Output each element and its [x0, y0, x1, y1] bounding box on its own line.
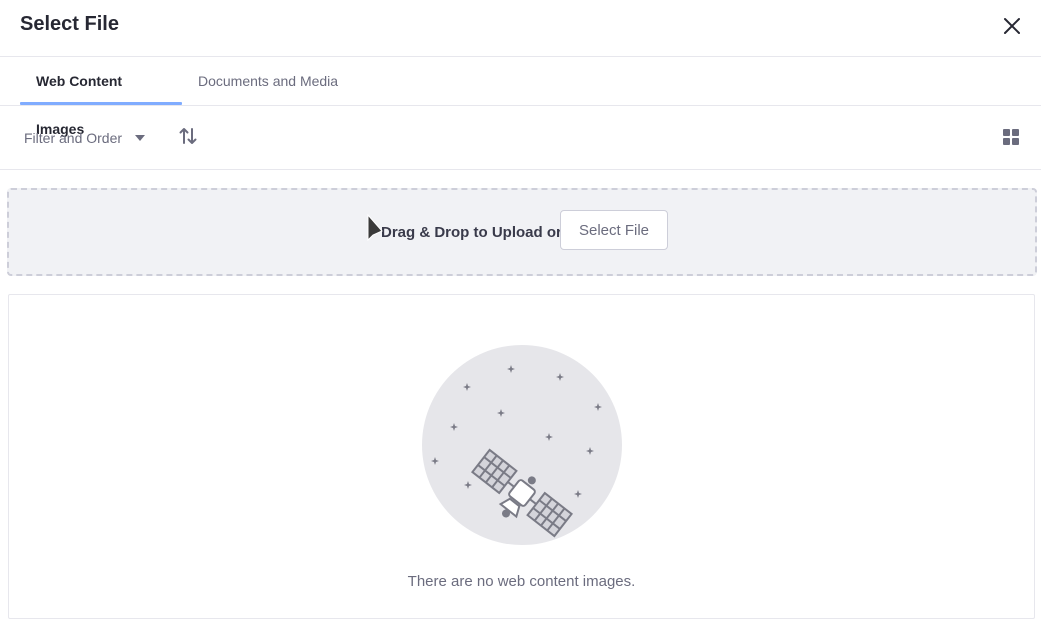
mouse-cursor-icon — [367, 214, 383, 242]
upload-dropzone[interactable]: Drag & Drop to Upload or Select File — [7, 188, 1037, 276]
empty-state-panel: There are no web content images. — [8, 294, 1035, 619]
dropzone-text: Drag & Drop to Upload or — [381, 224, 562, 241]
close-button[interactable] — [996, 10, 1028, 42]
order-arrow-icon — [179, 128, 197, 144]
select-file-button[interactable]: Select File — [560, 210, 668, 250]
cards-view-icon — [1003, 129, 1019, 145]
tab-documents-and-media[interactable]: Documents and Media — [182, 57, 354, 105]
filter-and-order-dropdown[interactable]: Filter and Order — [24, 126, 146, 150]
times-icon — [1004, 18, 1020, 34]
tab-bar: Web Content Images Documents and Media — [0, 57, 1041, 137]
modal-title: Select File — [20, 13, 119, 35]
empty-state-message: There are no web content images. — [407, 573, 636, 590]
tab-label: Documents and Media — [198, 73, 339, 89]
modal-header: Select File — [0, 0, 1041, 57]
order-toggle-button[interactable] — [176, 124, 200, 148]
tab-web-content-images[interactable]: Web Content Images — [20, 57, 182, 137]
caret-down-icon — [135, 135, 146, 141]
management-toolbar: Filter and Order — [0, 106, 1041, 170]
satellite-illustration — [422, 345, 622, 545]
filter-and-order-label: Filter and Order — [24, 130, 123, 146]
display-style-button[interactable] — [999, 125, 1023, 149]
